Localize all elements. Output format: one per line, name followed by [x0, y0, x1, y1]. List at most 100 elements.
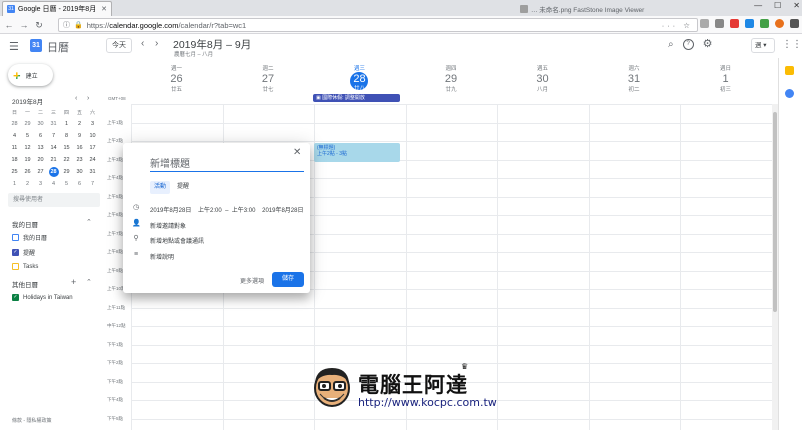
- mini-calendar-day[interactable]: 3: [86, 121, 99, 127]
- mini-calendar-day[interactable]: 5: [60, 181, 73, 187]
- event-title-input[interactable]: [150, 157, 304, 172]
- mini-calendar-day[interactable]: 4: [47, 181, 60, 187]
- browser-tab-inactive[interactable]: … 未命名.png FastStone Image Viewer: [520, 2, 680, 15]
- day-date[interactable]: 1: [680, 74, 771, 85]
- mini-calendar-day[interactable]: 28: [48, 167, 59, 177]
- calendar-checkbox[interactable]: [12, 234, 19, 241]
- mini-calendar-day[interactable]: 2: [73, 121, 86, 127]
- mini-calendar-day[interactable]: 7: [86, 181, 99, 187]
- mini-calendar-day[interactable]: 22: [60, 157, 73, 163]
- mini-calendar-day[interactable]: 30: [73, 169, 86, 175]
- collapse-chevron-icon[interactable]: ⌃: [86, 218, 92, 226]
- mini-calendar-day[interactable]: 6: [34, 133, 47, 139]
- main-menu-icon[interactable]: ☰: [9, 40, 19, 53]
- add-description-field[interactable]: 新增說明: [150, 252, 174, 261]
- mini-calendar-day[interactable]: 13: [34, 145, 47, 151]
- my-calendars-title[interactable]: 我的日曆: [12, 219, 38, 229]
- mini-prev-month-icon[interactable]: ‹: [75, 95, 77, 102]
- event-datetime-row[interactable]: 2019年8月28日 上午2:00 – 上午3:00 2019年8月28日: [150, 205, 303, 214]
- mini-calendar-day[interactable]: 1: [60, 121, 73, 127]
- scrollbar-thumb[interactable]: [773, 112, 777, 312]
- info-icon[interactable]: ⓘ: [63, 20, 70, 30]
- mini-calendar-day[interactable]: 29: [21, 121, 34, 127]
- sidebar-toggle-icon[interactable]: [715, 19, 724, 28]
- mini-calendar-day[interactable]: 24: [86, 157, 99, 163]
- page-actions-icon[interactable]: ··· ☆: [662, 21, 693, 30]
- mini-calendar-day[interactable]: 16: [73, 145, 86, 151]
- day-header[interactable]: 週日 1 初三: [680, 64, 771, 93]
- view-select[interactable]: 週 ▾: [751, 38, 775, 53]
- day-date[interactable]: 30: [497, 74, 588, 85]
- mini-calendar-day[interactable]: 21: [47, 157, 60, 163]
- allday-event[interactable]: ▣ 國際休假: 調整開放: [313, 94, 400, 102]
- back-arrow-icon[interactable]: ←: [3, 18, 15, 32]
- mini-calendar-day[interactable]: 31: [86, 169, 99, 175]
- mini-calendar-day[interactable]: 31: [47, 121, 60, 127]
- settings-gear-icon[interactable]: ⚙: [703, 39, 713, 50]
- mini-calendar-day[interactable]: 25: [8, 169, 21, 175]
- mini-calendar-day[interactable]: 27: [34, 169, 47, 175]
- reload-icon[interactable]: ↻: [33, 18, 45, 32]
- close-window-button[interactable]: ✕: [793, 1, 800, 10]
- mini-calendar-day[interactable]: 17: [86, 145, 99, 151]
- minimize-button[interactable]: —: [754, 1, 762, 10]
- day-header[interactable]: 週六 31 初二: [589, 64, 680, 93]
- add-location-field[interactable]: 新增地點或會議通訊: [150, 236, 204, 245]
- library-icon[interactable]: [700, 19, 709, 28]
- mini-calendar-day[interactable]: 14: [47, 145, 60, 151]
- calendar-list-item[interactable]: Tasks: [12, 263, 47, 270]
- browser-tab-active[interactable]: 31 Google 日曆 - 2019年8月 ✕: [2, 1, 112, 16]
- start-time[interactable]: 上午2:00: [198, 208, 222, 214]
- more-options-button[interactable]: 更多選項: [240, 276, 264, 285]
- day-date[interactable]: 31: [589, 74, 680, 85]
- mini-calendar-day[interactable]: 9: [73, 133, 86, 139]
- mini-calendar-day[interactable]: 30: [34, 121, 47, 127]
- day-date[interactable]: 27: [223, 74, 314, 85]
- mini-calendar-day[interactable]: 18: [8, 157, 21, 163]
- ublock-icon[interactable]: [730, 19, 739, 28]
- today-button[interactable]: 今天: [106, 38, 132, 53]
- extension-green-icon[interactable]: [760, 19, 769, 28]
- maximize-button[interactable]: ☐: [774, 1, 781, 10]
- mini-calendar-day[interactable]: 15: [60, 145, 73, 151]
- day-header[interactable]: 週一 26 廿五: [131, 64, 222, 93]
- previous-week-icon[interactable]: ‹: [141, 38, 144, 49]
- mini-calendar-day[interactable]: 3: [34, 181, 47, 187]
- mini-calendar-day[interactable]: 5: [21, 133, 34, 139]
- extension-blue-icon[interactable]: [745, 19, 754, 28]
- calendar-checkbox[interactable]: ✓: [12, 294, 19, 301]
- mini-calendar-day[interactable]: 23: [73, 157, 86, 163]
- tab-close-icon[interactable]: ✕: [101, 5, 107, 13]
- mini-calendar-day[interactable]: 6: [73, 181, 86, 187]
- end-date[interactable]: 2019年8月28日: [262, 208, 303, 214]
- forward-arrow-icon[interactable]: →: [18, 18, 30, 32]
- day-header[interactable]: 週四 29 廿九: [406, 64, 497, 93]
- mini-calendar-day[interactable]: 7: [47, 133, 60, 139]
- day-date[interactable]: 26: [131, 74, 222, 85]
- mini-calendar-day[interactable]: 10: [86, 133, 99, 139]
- mini-calendar-day[interactable]: 12: [21, 145, 34, 151]
- other-calendars-title[interactable]: 其他日曆: [12, 279, 38, 289]
- calendar-checkbox[interactable]: ✓: [12, 249, 19, 256]
- mini-calendar-day[interactable]: 26: [21, 169, 34, 175]
- mini-calendar-day[interactable]: 11: [8, 145, 21, 151]
- day-header[interactable]: 週五 30 八月: [497, 64, 588, 93]
- mini-calendar-day[interactable]: 19: [21, 157, 34, 163]
- tasks-icon[interactable]: [785, 89, 794, 98]
- calendar-list-item[interactable]: 我的日曆: [12, 233, 47, 242]
- search-people-input[interactable]: 搜尋使用者: [8, 193, 100, 207]
- keep-icon[interactable]: [785, 66, 794, 75]
- tab-reminder[interactable]: 提醒: [175, 181, 191, 194]
- end-time[interactable]: 上午3:00: [232, 208, 256, 214]
- mini-calendar-day[interactable]: 29: [60, 169, 73, 175]
- mini-calendar-day[interactable]: 4: [8, 133, 21, 139]
- save-button[interactable]: 儲存: [272, 272, 304, 287]
- next-week-icon[interactable]: ›: [155, 38, 158, 49]
- mini-calendar-day[interactable]: 1: [8, 181, 21, 187]
- mini-calendar-day[interactable]: 28: [8, 121, 21, 127]
- mini-calendar-day[interactable]: 20: [34, 157, 47, 163]
- apps-grid-icon[interactable]: ⋮⋮: [782, 39, 802, 50]
- day-header[interactable]: 週二 27 廿七: [223, 64, 314, 93]
- start-date[interactable]: 2019年8月28日: [150, 208, 191, 214]
- day-header[interactable]: 週三 28 廿八: [314, 64, 405, 92]
